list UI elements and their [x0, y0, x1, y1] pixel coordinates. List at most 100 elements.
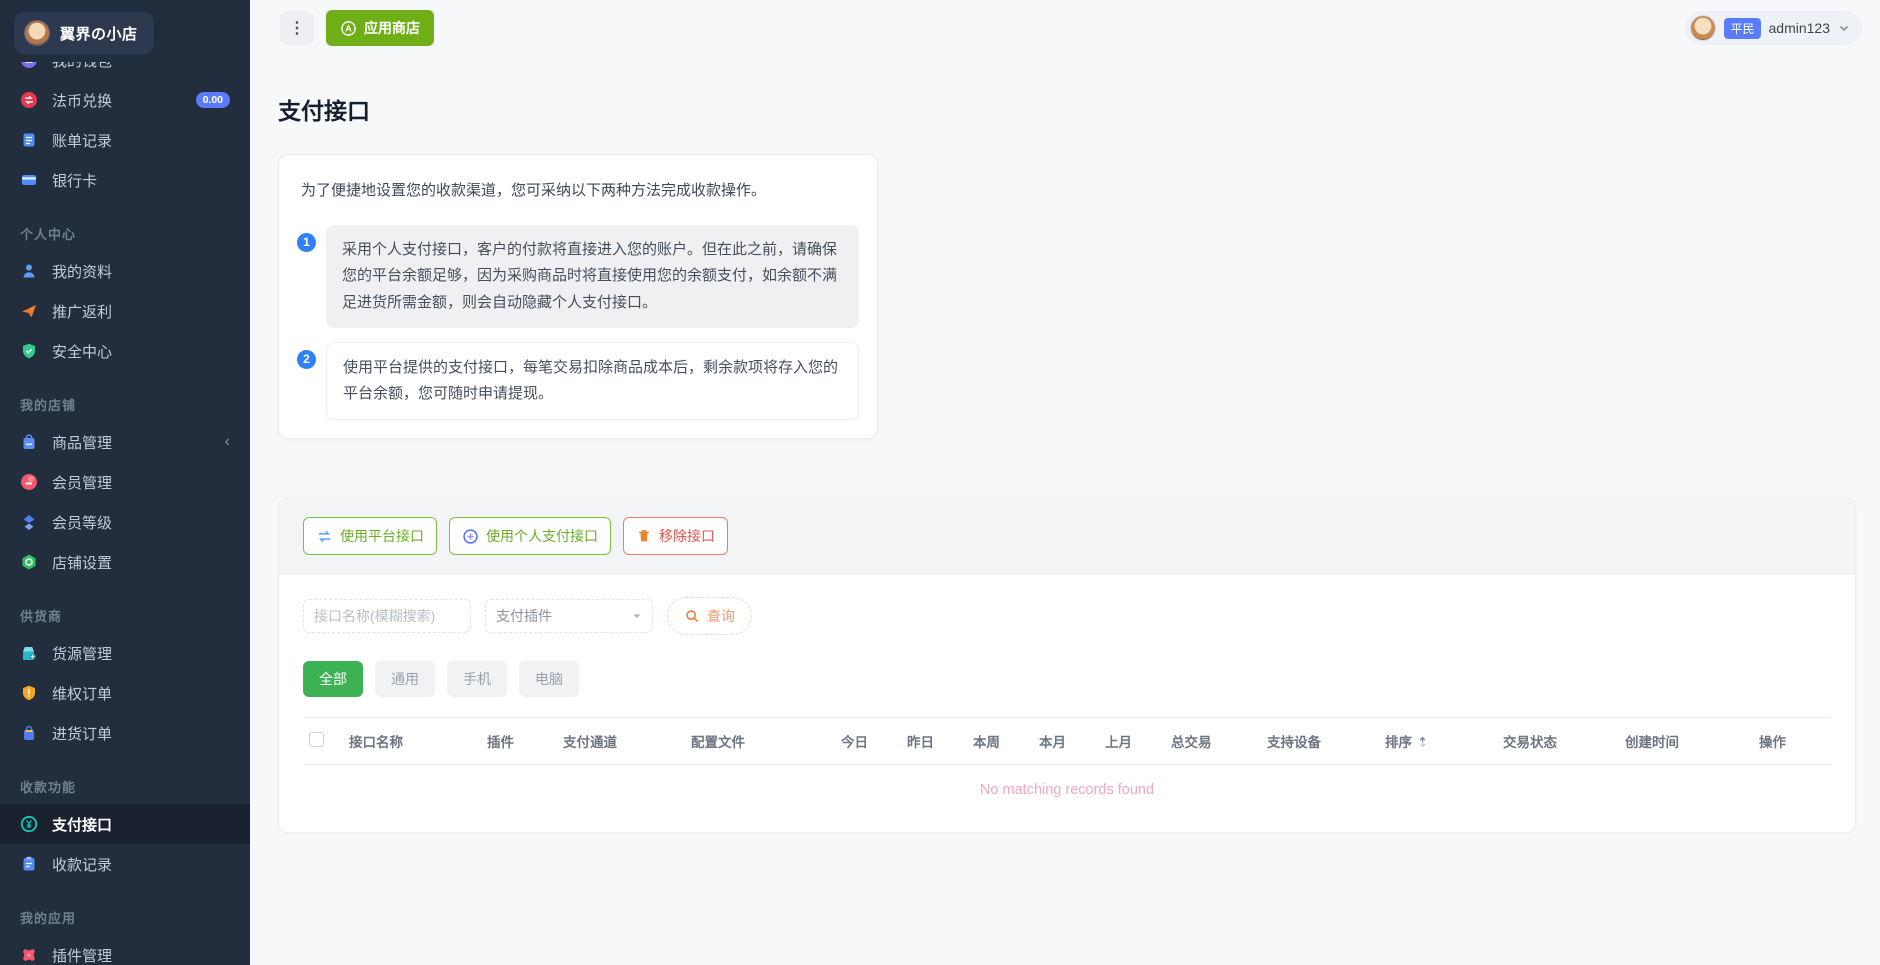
purchase-bag-icon: [20, 724, 38, 742]
panel-body: 支付插件 查询 全部 通用 手机 电脑: [279, 575, 1855, 832]
currency-exchange-icon: [20, 91, 38, 109]
app-logo-icon: [24, 20, 50, 46]
col-actions: 操作: [1753, 718, 1831, 765]
profile-icon: [20, 262, 38, 280]
step-2-badge: 2: [297, 350, 316, 369]
col-created-time: 创建时间: [1619, 718, 1753, 765]
plugin-puzzle-icon: [20, 946, 38, 964]
sidebar-item-products[interactable]: 商品管理 ‹: [0, 422, 250, 462]
collapse-chevron-icon[interactable]: ‹: [225, 434, 230, 450]
level-diamond-icon: [20, 513, 38, 531]
sidebar-item-security[interactable]: 安全中心: [0, 331, 250, 371]
col-sort: 排序: [1379, 718, 1497, 765]
user-menu[interactable]: 平民 admin123: [1685, 11, 1862, 45]
sidebar: 翼界の小店 我的钱包 法币兑换 0.00 账单记录 银行卡 个人中心 我的资料: [0, 0, 250, 965]
shop-settings-icon: [20, 553, 38, 571]
select-all-checkbox[interactable]: [309, 732, 324, 747]
supply-store-icon: [20, 644, 38, 662]
sidebar-item-warranty-orders[interactable]: 维权订单: [0, 673, 250, 713]
user-role-badge: 平民: [1724, 18, 1760, 39]
empty-row: No matching records found: [303, 765, 1831, 805]
tab-desktop[interactable]: 电脑: [519, 661, 579, 697]
col-plugin: 插件: [481, 718, 557, 765]
sidebar-item-bill-records[interactable]: 账单记录: [0, 120, 250, 160]
use-platform-interface-button[interactable]: 使用平台接口: [303, 517, 437, 555]
instruction-step-1: 1 采用个人支付接口，客户的付款将直接进入您的账户。但在此之前，请确保您的平台余…: [297, 225, 859, 328]
app-title: 翼界の小店: [60, 23, 138, 44]
interface-name-search-input[interactable]: [303, 599, 471, 633]
sidebar-item-member-level[interactable]: 会员等级: [0, 502, 250, 542]
interfaces-table: 接口名称 插件 支付通道 配置文件 今日 昨日 本周 本月 上月 总交易 支持设…: [303, 717, 1831, 804]
sidebar-item-bank-card[interactable]: 银行卡: [0, 160, 250, 200]
shield-icon: [20, 342, 38, 360]
col-today: 今日: [835, 718, 901, 765]
paper-plane-icon: [20, 302, 38, 320]
sidebar-item-shop-settings[interactable]: 店铺设置: [0, 542, 250, 582]
table-header-row: 接口名称 插件 支付通道 配置文件 今日 昨日 本周 本月 上月 总交易 支持设…: [303, 718, 1831, 765]
interfaces-panel: 使用平台接口 使用个人支付接口 移除接口 支付插件: [278, 497, 1856, 833]
content: 支付接口 为了便捷地设置您的收款渠道，您可采纳以下两种方法完成收款操作。 1 采…: [250, 56, 1880, 833]
sidebar-item-profile[interactable]: 我的资料: [0, 251, 250, 291]
search-icon: [684, 608, 700, 624]
page-title: 支付接口: [278, 92, 1856, 126]
shopping-bag-icon: [20, 433, 38, 451]
bank-card-icon: [20, 171, 38, 189]
sidebar-item-promotion[interactable]: 推广返利: [0, 291, 250, 331]
main-area: ⋮ 应用商店 平民 admin123 支付接口 为了便捷地设置您的收款渠道，您可…: [250, 0, 1880, 965]
section-collection: 收款功能: [0, 753, 250, 804]
filter-row: 支付插件 查询: [303, 597, 1831, 635]
sidebar-item-members[interactable]: 会员管理: [0, 462, 250, 502]
app-store-button[interactable]: 应用商店: [326, 10, 434, 46]
member-icon: [20, 473, 38, 491]
sidebar-item-currency-exchange[interactable]: 法币兑换 0.00: [0, 80, 250, 120]
trash-icon: [636, 528, 652, 544]
payment-plugin-select[interactable]: 支付插件: [485, 599, 653, 633]
app-store-icon: [340, 20, 357, 37]
topbar: ⋮ 应用商店 平民 admin123: [250, 0, 1880, 56]
user-avatar: [1690, 15, 1716, 41]
col-this-week: 本周: [967, 718, 1033, 765]
remove-interface-button[interactable]: 移除接口: [623, 517, 728, 555]
chevron-down-icon: [1838, 22, 1850, 34]
section-supplier: 供货商: [0, 582, 250, 633]
sidebar-item-collection-records[interactable]: 收款记录: [0, 844, 250, 884]
col-interface-name: 接口名称: [343, 718, 481, 765]
sidebar-item-purchase-orders[interactable]: 进货订单: [0, 713, 250, 753]
instructions-intro: 为了便捷地设置您的收款渠道，您可采纳以下两种方法完成收款操作。: [297, 173, 859, 211]
sort-arrows-icon: [1416, 735, 1429, 748]
query-button[interactable]: 查询: [667, 597, 752, 635]
swap-arrows-icon: [316, 528, 333, 545]
sidebar-item-payment-interface[interactable]: 支付接口: [0, 804, 250, 844]
balance-badge: 0.00: [196, 92, 230, 108]
app-logo[interactable]: 翼界の小店: [14, 12, 154, 54]
col-supported-devices: 支持设备: [1261, 718, 1379, 765]
tab-general[interactable]: 通用: [375, 661, 435, 697]
col-config-file: 配置文件: [685, 718, 835, 765]
sidebar-item-plugins[interactable]: 插件管理: [0, 935, 250, 965]
clipboard-icon: [20, 855, 38, 873]
instructions-card: 为了便捷地设置您的收款渠道，您可采纳以下两种方法完成收款操作。 1 采用个人支付…: [278, 154, 878, 439]
col-last-month: 上月: [1099, 718, 1165, 765]
tab-mobile[interactable]: 手机: [447, 661, 507, 697]
sidebar-header: 翼界の小店: [0, 0, 250, 62]
step-2-text: 使用平台提供的支付接口，每笔交易扣除商品成本后，剩余款项将存入您的平台余额，您可…: [326, 342, 859, 421]
panel-toolbar: 使用平台接口 使用个人支付接口 移除接口: [279, 498, 1855, 575]
sidebar-item-supply[interactable]: 货源管理: [0, 633, 250, 673]
section-my-shop: 我的店铺: [0, 371, 250, 422]
tab-all[interactable]: 全部: [303, 661, 363, 697]
username: admin123: [1769, 20, 1831, 36]
no-records-message: No matching records found: [303, 765, 1831, 805]
warranty-shield-icon: [20, 684, 38, 702]
instruction-step-2: 2 使用平台提供的支付接口，每笔交易扣除商品成本后，剩余款项将存入您的平台余额，…: [297, 342, 859, 421]
section-personal-center: 个人中心: [0, 200, 250, 251]
circled-plus-icon: [462, 528, 479, 545]
section-my-apps: 我的应用: [0, 884, 250, 935]
use-personal-interface-button[interactable]: 使用个人支付接口: [449, 517, 611, 555]
col-transaction-status: 交易状态: [1497, 718, 1619, 765]
payment-interface-icon: [20, 815, 38, 833]
bill-records-icon: [20, 131, 38, 149]
select-chevron-icon: [632, 611, 642, 621]
col-payment-channel: 支付通道: [557, 718, 685, 765]
col-total-transactions: 总交易: [1165, 718, 1261, 765]
kebab-menu-button[interactable]: ⋮: [280, 11, 314, 45]
